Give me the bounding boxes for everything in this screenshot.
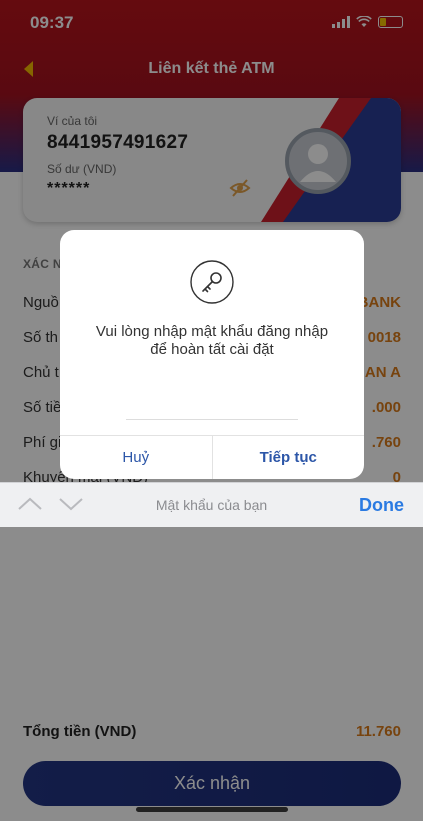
password-field[interactable]: [126, 408, 298, 420]
home-indicator: [136, 807, 288, 812]
keyboard-toolbar: Mật khẩu của bạn Done: [0, 482, 423, 527]
password-dialog: Vui lòng nhập mật khẩu đăng nhập để hoàn…: [60, 230, 364, 479]
cancel-button[interactable]: Huỷ: [60, 436, 212, 479]
done-button[interactable]: Done: [359, 495, 404, 516]
dialog-message: Vui lòng nhập mật khẩu đăng nhập để hoàn…: [95, 323, 329, 358]
key-icon: [190, 260, 234, 304]
dialog-actions: Huỷ Tiếp tục: [60, 435, 364, 479]
continue-button[interactable]: Tiếp tục: [211, 436, 365, 479]
